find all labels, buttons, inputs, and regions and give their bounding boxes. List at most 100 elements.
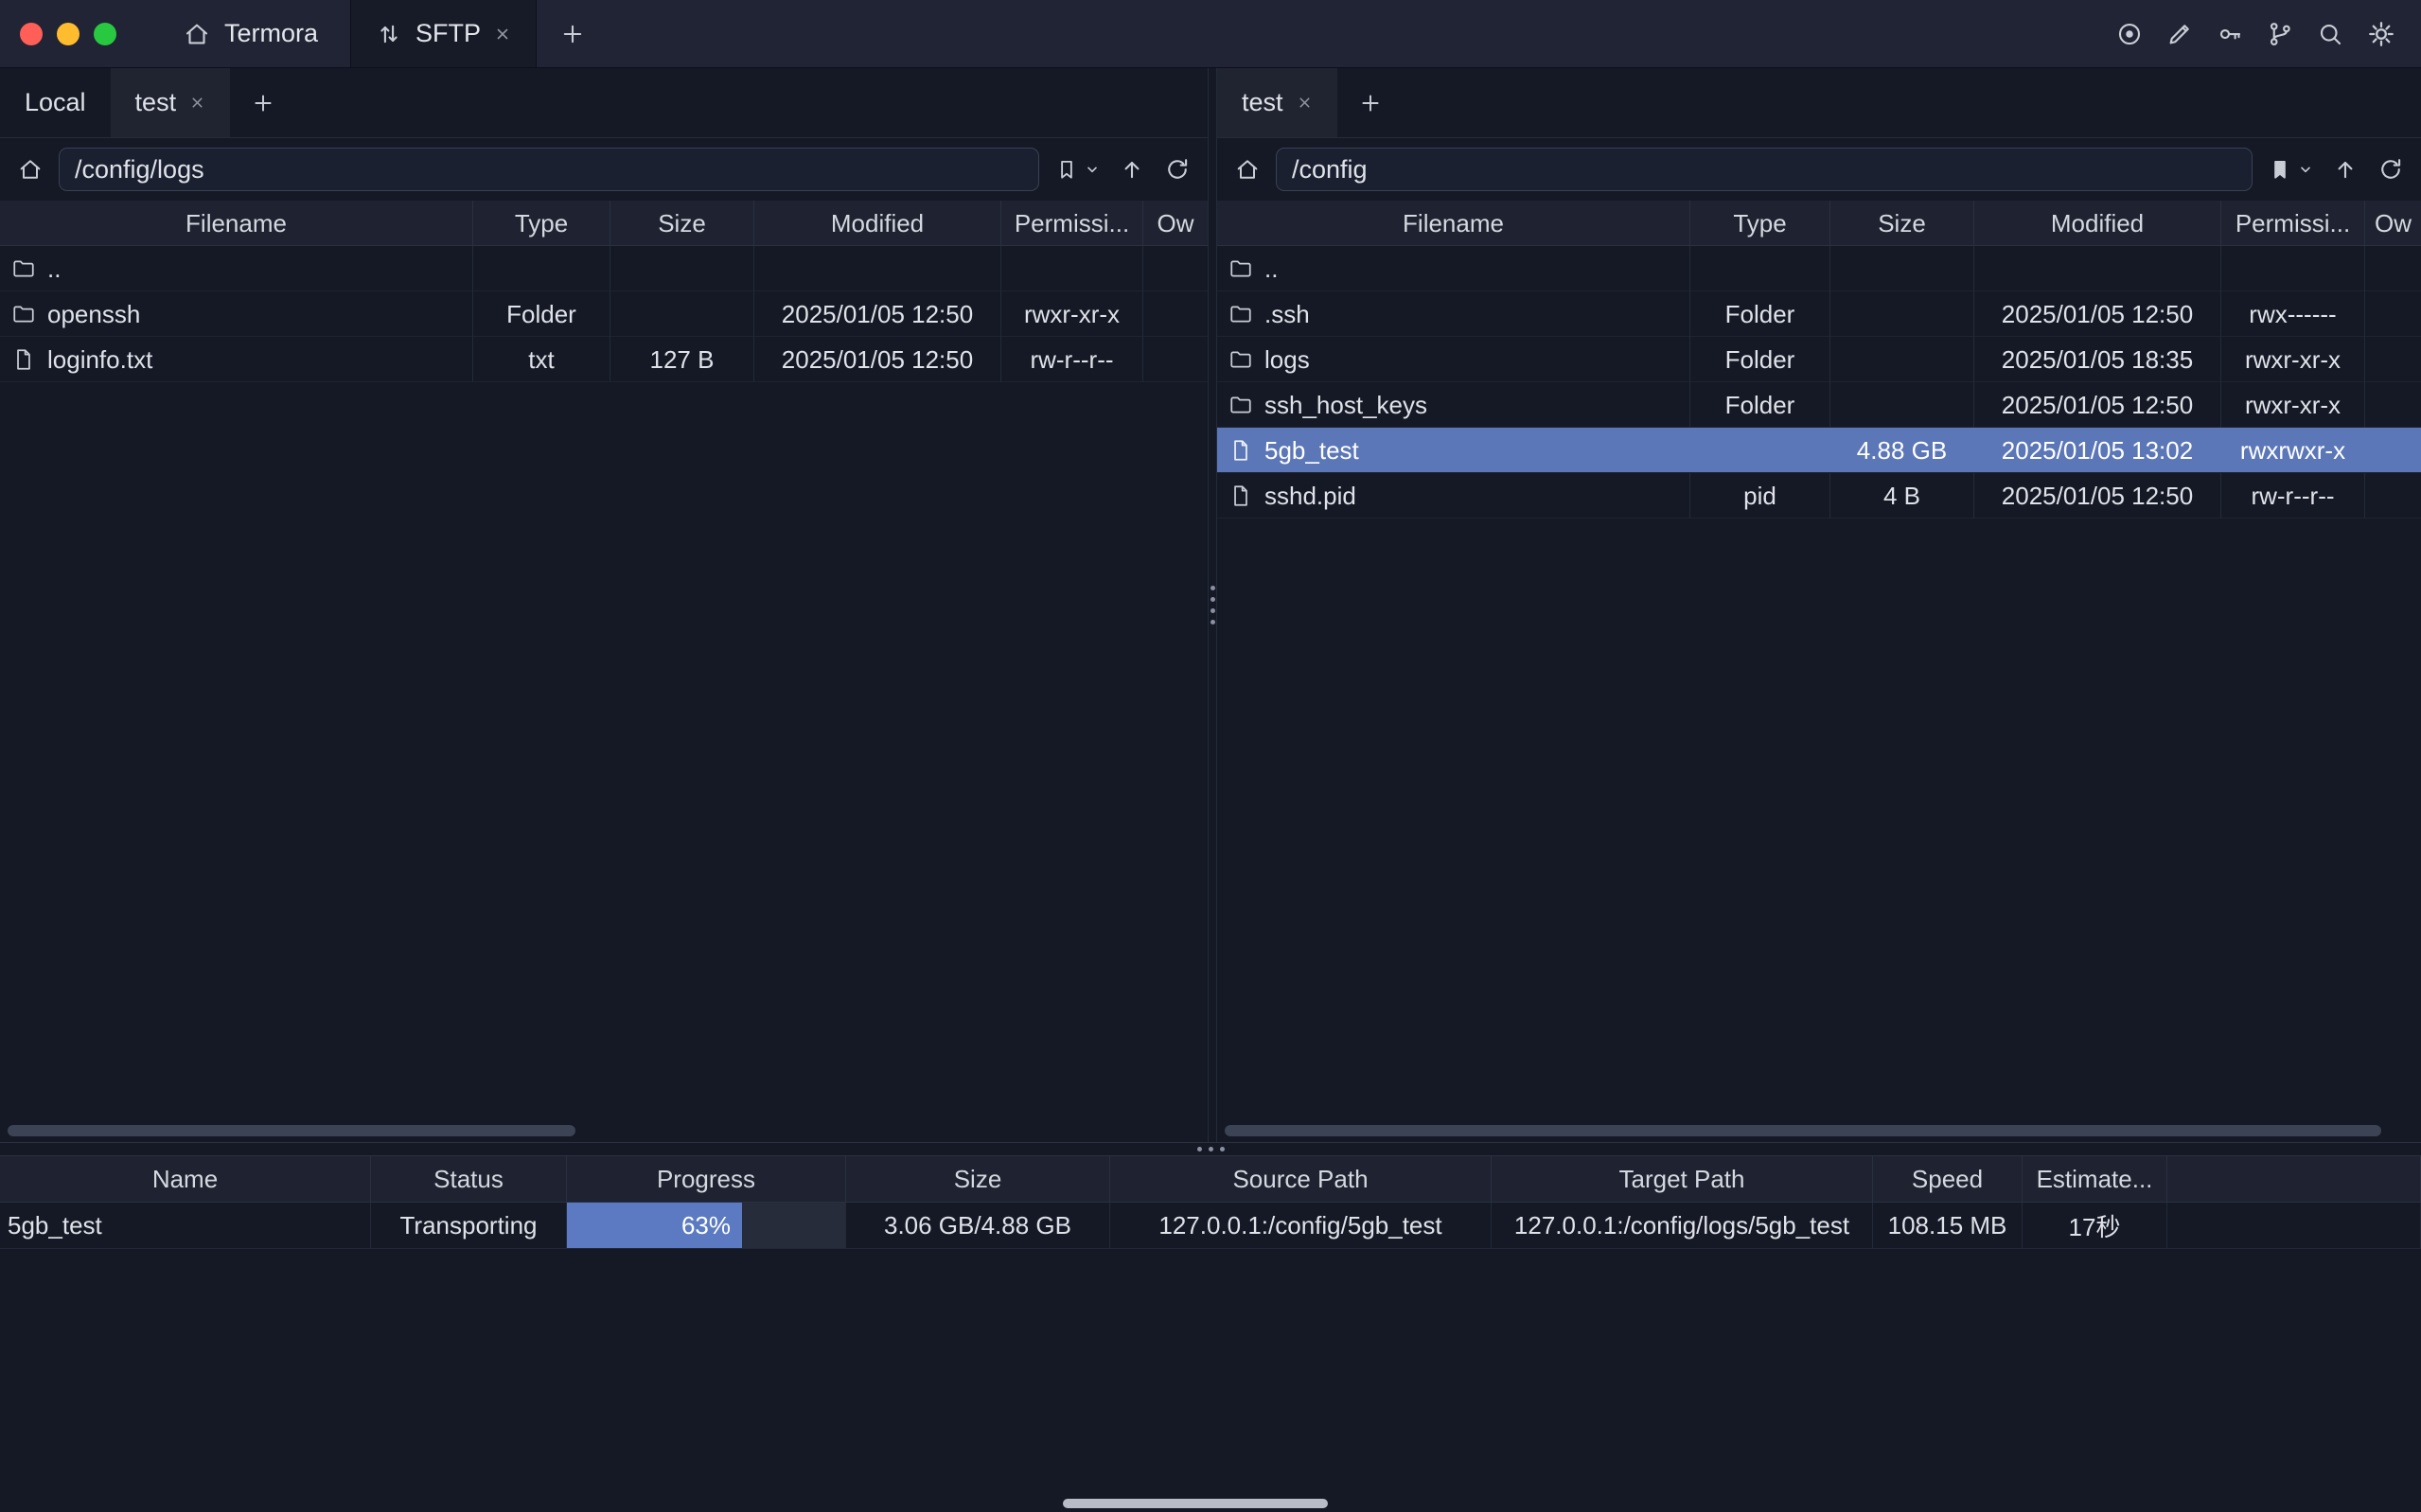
refresh-icon[interactable] <box>1164 156 1191 183</box>
chevron-down-icon[interactable] <box>2298 162 2313 177</box>
minimize-window-button[interactable] <box>57 23 80 45</box>
folder-icon <box>11 302 36 326</box>
branch-icon[interactable] <box>2266 20 2294 48</box>
column-header-source-path[interactable]: Source Path <box>1110 1156 1492 1202</box>
column-header-target-path[interactable]: Target Path <box>1492 1156 1873 1202</box>
table-row-selected[interactable]: 5gb_test 4.88 GB 2025/01/05 13:02 rwxrwx… <box>1217 428 2421 473</box>
home-icon[interactable] <box>17 156 44 183</box>
edit-pencil-icon[interactable] <box>2165 20 2194 48</box>
transfer-row[interactable]: 5gb_test Transporting 63% 3.06 GB/4.88 G… <box>0 1203 2421 1249</box>
close-sftp-tab-icon[interactable] <box>494 26 511 43</box>
transfer-horizontal-scrollbar[interactable] <box>1063 1499 1328 1508</box>
table-row[interactable]: loginfo.txt txt 127 B 2025/01/05 12:50 r… <box>0 337 1208 382</box>
file-browsers: Local test <box>0 68 2421 1142</box>
column-header-owner[interactable]: Ow <box>1143 201 1208 246</box>
new-window-tab-button[interactable] <box>537 0 609 67</box>
column-header-type[interactable]: Type <box>473 201 610 246</box>
file-owner <box>2365 382 2421 428</box>
filename: sshd.pid <box>1264 482 1356 511</box>
tab-termora-home[interactable]: Termora <box>150 0 350 67</box>
file-type <box>473 246 610 291</box>
file-icon <box>11 347 36 372</box>
right-path-input[interactable] <box>1276 148 2253 191</box>
file-type <box>1690 428 1830 473</box>
transfer-split-handle[interactable] <box>0 1142 2421 1155</box>
column-header-status[interactable]: Status <box>371 1156 567 1202</box>
parent-directory-icon[interactable] <box>2332 156 2359 183</box>
file-modified: 2025/01/05 12:50 <box>754 291 1001 337</box>
file-modified <box>1974 246 2221 291</box>
zoom-window-button[interactable] <box>94 23 116 45</box>
file-type: Folder <box>1690 337 1830 382</box>
column-header-name[interactable]: Name <box>0 1156 371 1202</box>
column-header-filename[interactable]: Filename <box>0 201 473 246</box>
file-owner <box>2365 428 2421 473</box>
filename: ssh_host_keys <box>1264 391 1427 420</box>
column-header-owner[interactable]: Ow <box>2365 201 2421 246</box>
close-test-tab-icon[interactable] <box>189 95 205 111</box>
file-modified: 2025/01/05 18:35 <box>1974 337 2221 382</box>
chevron-down-icon[interactable] <box>1085 162 1100 177</box>
table-row[interactable]: ssh_host_keys Folder 2025/01/05 12:50 rw… <box>1217 382 2421 428</box>
close-test-tab-icon[interactable] <box>1297 95 1313 111</box>
column-header-permissions[interactable]: Permissi... <box>2221 201 2365 246</box>
file-type: Folder <box>1690 382 1830 428</box>
file-modified: 2025/01/05 12:50 <box>754 337 1001 382</box>
search-icon[interactable] <box>2316 20 2344 48</box>
column-header-type[interactable]: Type <box>1690 201 1830 246</box>
right-new-tab-button[interactable] <box>1337 68 1404 137</box>
left-path-actions <box>1054 156 1191 183</box>
file-permissions <box>1001 246 1143 291</box>
column-header-modified[interactable]: Modified <box>1974 201 2221 246</box>
left-panel-tabs: Local test <box>0 68 1208 138</box>
filename: 5gb_test <box>1264 436 1359 466</box>
key-icon[interactable] <box>2216 20 2244 48</box>
column-header-modified[interactable]: Modified <box>754 201 1001 246</box>
left-path-input[interactable] <box>59 148 1039 191</box>
table-row[interactable]: .. <box>0 246 1208 291</box>
column-header-permissions[interactable]: Permissi... <box>1001 201 1143 246</box>
column-header-filename[interactable]: Filename <box>1217 201 1690 246</box>
column-header-size[interactable]: Size <box>1830 201 1974 246</box>
transfer-name: 5gb_test <box>0 1203 371 1248</box>
home-icon[interactable] <box>1234 156 1261 183</box>
column-header-size[interactable]: Size <box>846 1156 1110 1202</box>
transfer-status: Transporting <box>371 1203 567 1248</box>
file-modified: 2025/01/05 12:50 <box>1974 291 2221 337</box>
refresh-icon[interactable] <box>2377 156 2404 183</box>
table-row[interactable]: sshd.pid pid 4 B 2025/01/05 12:50 rw-r--… <box>1217 473 2421 519</box>
left-new-tab-button[interactable] <box>230 68 296 137</box>
table-row[interactable]: .. <box>1217 246 2421 291</box>
tab-local[interactable]: Local <box>0 68 111 137</box>
table-row[interactable]: .ssh Folder 2025/01/05 12:50 rwx------ <box>1217 291 2421 337</box>
tab-sftp[interactable]: SFTP <box>350 0 537 67</box>
column-header-size[interactable]: Size <box>610 201 754 246</box>
filename: .. <box>47 255 61 284</box>
column-header-speed[interactable]: Speed <box>1873 1156 2023 1202</box>
bookmark-icon[interactable] <box>1054 157 1079 182</box>
left-path-bar <box>0 138 1208 201</box>
traffic-lights <box>0 0 150 67</box>
file-permissions: rwxrwxr-x <box>2221 428 2365 473</box>
panel-split-handle[interactable] <box>1208 68 1217 1142</box>
record-icon[interactable] <box>2115 20 2144 48</box>
right-path-actions <box>2268 156 2404 183</box>
table-row[interactable]: logs Folder 2025/01/05 18:35 rwxr-xr-x <box>1217 337 2421 382</box>
close-window-button[interactable] <box>20 23 43 45</box>
left-horizontal-scrollbar[interactable] <box>8 1125 575 1136</box>
right-horizontal-scrollbar[interactable] <box>1225 1125 2381 1136</box>
file-size: 127 B <box>610 337 754 382</box>
parent-directory-icon[interactable] <box>1119 156 1145 183</box>
column-header-progress[interactable]: Progress <box>567 1156 846 1202</box>
transfer-target-path: 127.0.0.1:/config/logs/5gb_test <box>1492 1203 1873 1248</box>
file-type <box>1690 246 1830 291</box>
bookmark-filled-icon[interactable] <box>2268 157 2292 182</box>
file-owner <box>1143 337 1208 382</box>
titlebar: Termora SFTP <box>0 0 2421 68</box>
file-owner <box>1143 246 1208 291</box>
tab-test-left[interactable]: test <box>111 68 231 137</box>
table-row[interactable]: openssh Folder 2025/01/05 12:50 rwxr-xr-… <box>0 291 1208 337</box>
settings-gear-icon[interactable] <box>2366 19 2396 49</box>
column-header-estimate[interactable]: Estimate... <box>2023 1156 2167 1202</box>
tab-test-right[interactable]: test <box>1217 68 1337 137</box>
